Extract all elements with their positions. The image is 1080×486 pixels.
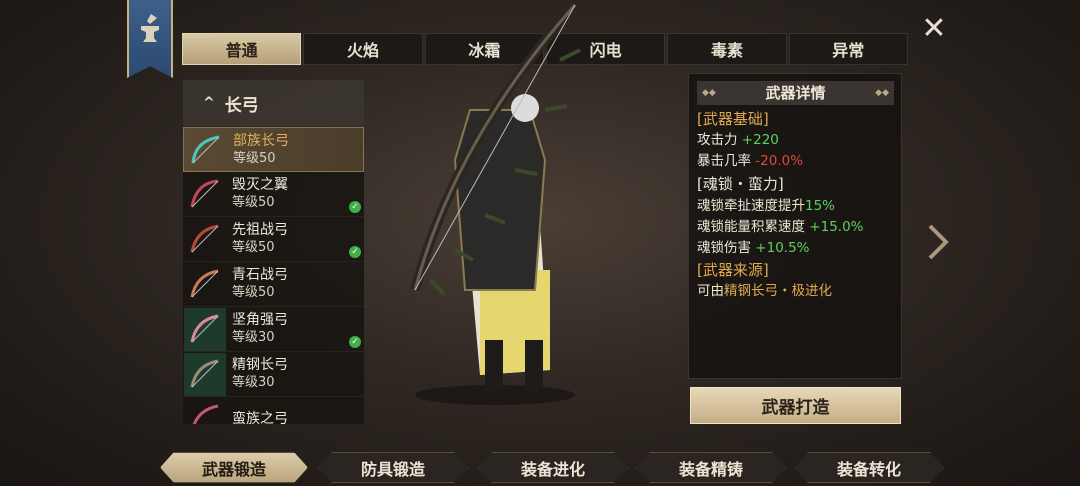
attack-label: 攻击力 <box>697 132 738 148</box>
tab-equip-evolve[interactable]: 装备进化 <box>478 452 628 483</box>
weapon-item[interactable]: 毁灭之翼等级50 ✓ <box>183 172 364 217</box>
tab-label: 装备转化 <box>836 459 901 479</box>
tab-label: 装备进化 <box>520 459 585 479</box>
soul-row: 魂锁能量积累速度 +15.0% <box>697 217 897 238</box>
detail-content: [武器基础] 攻击力 +220 暴击几率 -20.0% [魂锁・蛮力] 魂锁牵扯… <box>697 108 897 302</box>
tab-equip-convert[interactable]: 装备转化 <box>794 452 944 483</box>
weapon-name: 蛮族之弓 <box>232 411 288 424</box>
weapon-item[interactable]: 蛮族之弓 <box>183 397 364 424</box>
crit-label: 暴击几率 <box>697 153 751 169</box>
forge-banner <box>127 0 173 78</box>
tab-armor-forge[interactable]: 防具锻造 <box>318 452 468 483</box>
weapon-name: 毁灭之翼 <box>232 177 288 193</box>
weapon-name: 先祖战弓 <box>232 222 288 238</box>
soul-stat-label: 魂锁能量积累速度 <box>697 219 805 235</box>
tab-anomaly[interactable]: 异常 <box>788 33 908 65</box>
weapon-item[interactable]: 青石战弓等级50 <box>183 262 364 307</box>
crit-value: -20.0% <box>755 153 804 169</box>
weapon-level: 等级50 <box>233 150 276 166</box>
owned-check-icon: ✓ <box>349 246 361 258</box>
owned-check-icon: ✓ <box>349 201 361 213</box>
soul-section-header: [魂锁・蛮力] <box>697 175 784 193</box>
bow-icon <box>185 128 227 171</box>
attack-row: 攻击力 +220 <box>697 130 897 151</box>
weapon-level: 等级30 <box>232 330 275 345</box>
soul-stat-label: 魂锁牵扯速度提升 <box>697 198 805 214</box>
weapon-level: 等级50 <box>232 285 275 300</box>
weapon-level: 等级50 <box>232 240 275 255</box>
anvil-icon <box>141 14 159 42</box>
weapon-item[interactable]: 精钢长弓等级30 <box>183 352 364 397</box>
tab-equip-refine[interactable]: 装备精铸 <box>636 452 786 483</box>
tab-label: 防具锻造 <box>360 459 425 479</box>
detail-title-text: 武器详情 <box>765 84 826 102</box>
attack-value: +220 <box>741 132 779 148</box>
tab-weapon-forge[interactable]: 武器锻造 <box>160 452 308 483</box>
chevron-right-icon <box>928 224 949 260</box>
category-longbow-header[interactable]: ^ 长弓 <box>183 80 364 126</box>
weapon-level: 等级50 <box>232 195 275 210</box>
bow-icon <box>184 263 226 306</box>
source-section-header: [武器来源] <box>697 261 769 279</box>
weapon-detail-panel: ◆◆ 武器详情 ◆◆ [武器基础] 攻击力 +220 暴击几率 -20.0% [… <box>688 73 902 379</box>
owned-check-icon: ✓ <box>349 336 361 348</box>
bow-icon <box>184 398 226 424</box>
soul-stat-value: 15% <box>805 198 836 214</box>
weapon-item[interactable]: 先祖战弓等级50 ✓ <box>183 217 364 262</box>
next-arrow-button[interactable] <box>926 222 950 262</box>
crit-row: 暴击几率 -20.0% <box>697 151 897 172</box>
weapon-name: 部族长弓 <box>233 132 289 149</box>
ornament-icon: ◆◆ <box>875 88 889 98</box>
ornament-icon: ◆◆ <box>702 88 716 98</box>
weapon-name: 精钢长弓 <box>232 357 288 373</box>
weapon-item[interactable]: 部族长弓 等级50 <box>183 127 364 172</box>
close-button[interactable]: ✕ <box>918 14 950 46</box>
bow-icon <box>184 307 226 351</box>
bow-icon <box>184 352 226 396</box>
tab-normal[interactable]: 普通 <box>182 33 302 65</box>
soul-stat-value: +10.5% <box>755 240 810 256</box>
soul-row: 魂锁伤害 +10.5% <box>697 238 897 259</box>
forge-weapon-button[interactable]: 武器打造 <box>690 387 901 424</box>
tab-label: 武器锻造 <box>201 459 266 479</box>
source-link[interactable]: 精钢长弓・极进化 <box>724 283 832 299</box>
base-section-header: [武器基础] <box>697 110 769 128</box>
weapon-item[interactable]: 坚角强弓等级30 ✓ <box>183 307 364 352</box>
bow-icon <box>184 218 226 261</box>
character-preview <box>385 0 610 410</box>
source-row: 可由精钢长弓・极进化 <box>697 281 897 302</box>
detail-title: ◆◆ 武器详情 ◆◆ <box>697 81 894 105</box>
tab-poison[interactable]: 毒素 <box>667 33 787 65</box>
chevron-up-icon: ^ <box>203 95 215 111</box>
weapon-list: 部族长弓 等级50 毁灭之翼 等级50 ✓ 先祖战弓 等级50 ✓ 青石战弓 等级50 … <box>183 127 364 424</box>
soul-stat-value: +15.0% <box>809 219 864 235</box>
tab-label: 装备精铸 <box>678 459 743 479</box>
weapon-name: 青石战弓 <box>232 267 288 283</box>
weapon-name: 坚角强弓 <box>232 312 288 328</box>
soul-stat-label: 魂锁伤害 <box>697 240 751 256</box>
soul-row: 魂锁牵扯速度提升15% <box>697 196 897 217</box>
bow-icon <box>184 173 226 216</box>
weapon-level: 等级30 <box>232 375 275 390</box>
source-prefix: 可由 <box>697 283 724 299</box>
category-label: 长弓 <box>224 95 259 116</box>
